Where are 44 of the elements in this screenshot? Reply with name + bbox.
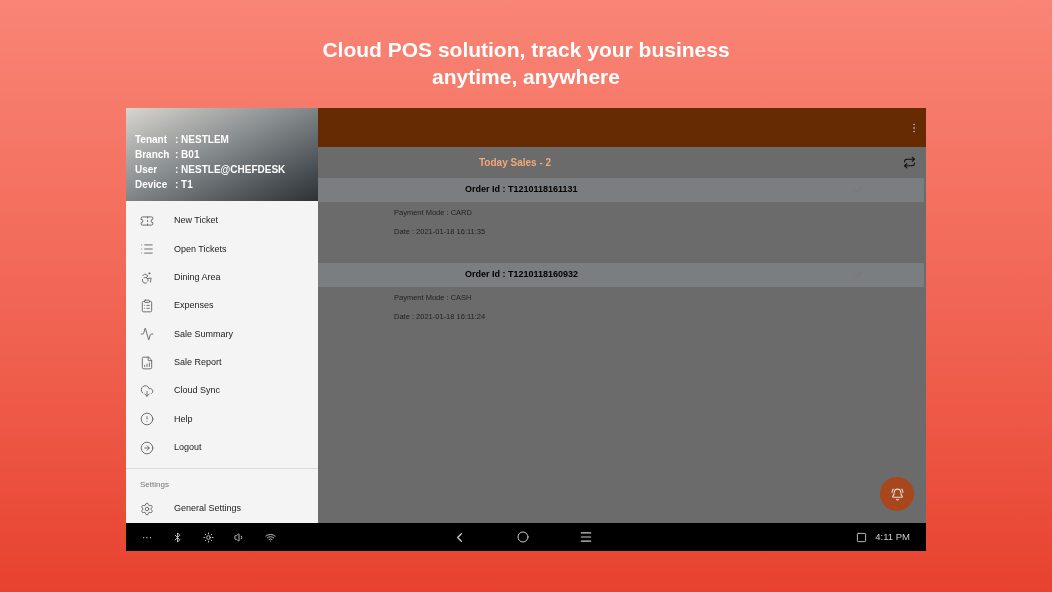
drawer-item[interactable]: Help — [126, 405, 318, 434]
clock: 4:11 PM — [875, 529, 910, 544]
menu-icon[interactable] — [579, 530, 593, 544]
header-label: User — [135, 163, 159, 178]
floating-action-button[interactable] — [880, 477, 914, 511]
header-value: : NESTLEM — [175, 133, 229, 148]
drawer-item[interactable]: Cloud Sync — [126, 376, 318, 406]
report-icon — [140, 355, 154, 370]
drawer-item[interactable]: Dining Area — [126, 263, 318, 292]
brightness-icon[interactable] — [203, 531, 214, 543]
clipboard-icon — [140, 299, 154, 314]
sales-title: Today Sales - 2 — [479, 156, 552, 170]
drawer-item[interactable]: General Settings — [126, 494, 318, 523]
header-label: Branch — [135, 148, 171, 163]
wifi-icon[interactable] — [265, 531, 276, 543]
screen-icon[interactable] — [856, 531, 868, 543]
drawer-item[interactable]: Sale Report — [126, 348, 318, 377]
headline: anytime, anywhere — [432, 64, 620, 90]
headline: Cloud POS solution, track your business — [322, 37, 730, 63]
ticket-icon — [140, 214, 154, 229]
more-indicator[interactable]: ··· — [142, 529, 152, 545]
volume-icon[interactable] — [234, 531, 245, 543]
header-label: Device — [135, 178, 169, 193]
cloud-download-icon — [140, 383, 154, 398]
settings-icon — [140, 501, 154, 516]
home-icon[interactable] — [517, 531, 529, 543]
drawer-item[interactable]: New Ticket — [126, 207, 318, 236]
header-value: : T1 — [175, 178, 193, 193]
drawer-item[interactable]: Expenses — [126, 291, 318, 321]
header-value: : NESTLE@CHEFDESK — [175, 163, 286, 178]
drawer-item[interactable]: Open Tickets — [126, 235, 318, 264]
drawer-item[interactable]: Logout — [126, 433, 318, 462]
order-id: Order Id : T1210118160932 — [465, 268, 579, 282]
arrow-circle-icon — [140, 440, 154, 455]
drawer-item[interactable]: Sale Summary — [126, 320, 318, 349]
order-id: Order Id : T1210118161131 — [465, 183, 578, 197]
header-value: : B01 — [175, 148, 200, 163]
section-label: Settings — [139, 478, 170, 491]
header-label: Tenant — [135, 133, 169, 148]
bluetooth-icon[interactable] — [172, 531, 183, 543]
line-graph-icon — [140, 327, 154, 342]
alert-icon — [140, 412, 154, 427]
list-icon — [140, 242, 154, 257]
refresh-icon[interactable] — [903, 156, 916, 169]
